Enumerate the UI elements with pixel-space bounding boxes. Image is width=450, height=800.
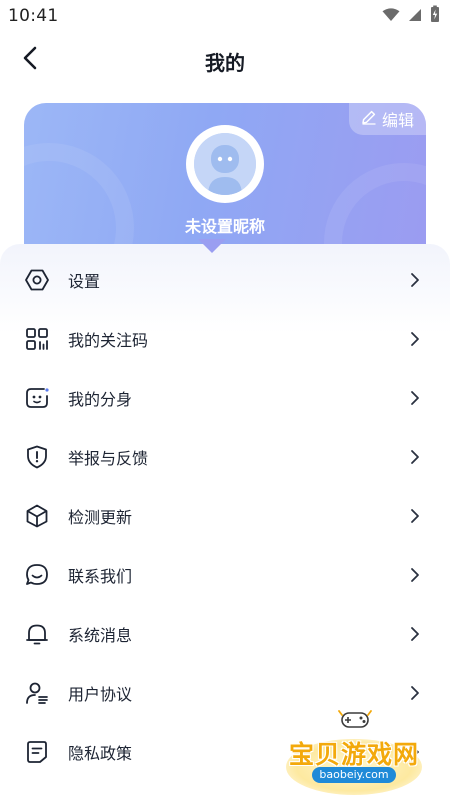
gamepad-icon (338, 707, 372, 733)
app-header: 我的 (0, 32, 450, 90)
menu-item-label: 我的关注码 (68, 331, 149, 350)
chevron-right-icon (408, 390, 422, 406)
menu-item-label: 联系我们 (68, 567, 133, 586)
chevron-right-icon (408, 508, 422, 524)
menu-item-label: 设置 (68, 272, 101, 291)
nickname-label: 未设置昵称 (184, 217, 265, 236)
menu-item-label: 用户协议 (68, 685, 133, 704)
avatar[interactable] (186, 125, 264, 203)
qr-grid-icon (24, 326, 50, 352)
default-avatar-icon (194, 133, 256, 195)
menu-item-settings[interactable]: 设置 (0, 251, 450, 309)
status-icons (382, 5, 440, 27)
page-title: 我的 (205, 50, 245, 75)
chevron-right-icon (408, 449, 422, 465)
menu-item-report[interactable]: 举报与反馈 (0, 428, 450, 486)
user-list-icon (24, 680, 50, 706)
watermark-brand: 宝贝游戏网 (288, 740, 419, 769)
cube-icon (24, 503, 50, 529)
watermark-logo: 宝贝游戏网 baobeiy.com (268, 705, 440, 795)
menu-item-label: 举报与反馈 (68, 449, 149, 468)
profile-card: 编辑 未设置昵称 (24, 103, 426, 245)
menu-item-label: 检测更新 (68, 508, 133, 527)
chevron-right-icon (408, 685, 422, 701)
signal-icon (408, 7, 422, 26)
wifi-icon (382, 7, 400, 26)
menu-item-follow-code[interactable]: 我的关注码 (0, 310, 450, 368)
edit-profile-button[interactable]: 编辑 (348, 103, 426, 135)
battery-charging-icon (430, 5, 440, 27)
edit-label: 编辑 (381, 111, 414, 130)
back-button[interactable] (12, 42, 48, 78)
menu-item-label: 我的分身 (68, 390, 133, 409)
menu-item-update[interactable]: 检测更新 (0, 487, 450, 545)
menu-item-label: 系统消息 (68, 626, 133, 645)
face-chat-icon (24, 385, 50, 411)
chevron-left-icon (22, 46, 38, 74)
watermark-url: baobeiy.com (312, 767, 396, 783)
hexagon-settings-icon (24, 267, 50, 293)
menu-item-label: 隐私政策 (68, 744, 133, 763)
chat-smile-icon (24, 562, 50, 588)
document-icon (24, 739, 50, 765)
chevron-right-icon (408, 272, 422, 288)
menu-item-avatar-clone[interactable]: 我的分身 (0, 369, 450, 427)
chevron-right-icon (408, 331, 422, 347)
menu-item-contact[interactable]: 联系我们 (0, 546, 450, 604)
shield-alert-icon (24, 444, 50, 470)
menu-item-messages[interactable]: 系统消息 (0, 605, 450, 663)
chevron-right-icon (408, 626, 422, 642)
pencil-icon (361, 109, 377, 129)
status-time: 10:41 (8, 6, 59, 26)
chevron-right-icon (408, 567, 422, 583)
bell-icon (24, 621, 50, 647)
status-bar: 10:41 (0, 0, 450, 32)
